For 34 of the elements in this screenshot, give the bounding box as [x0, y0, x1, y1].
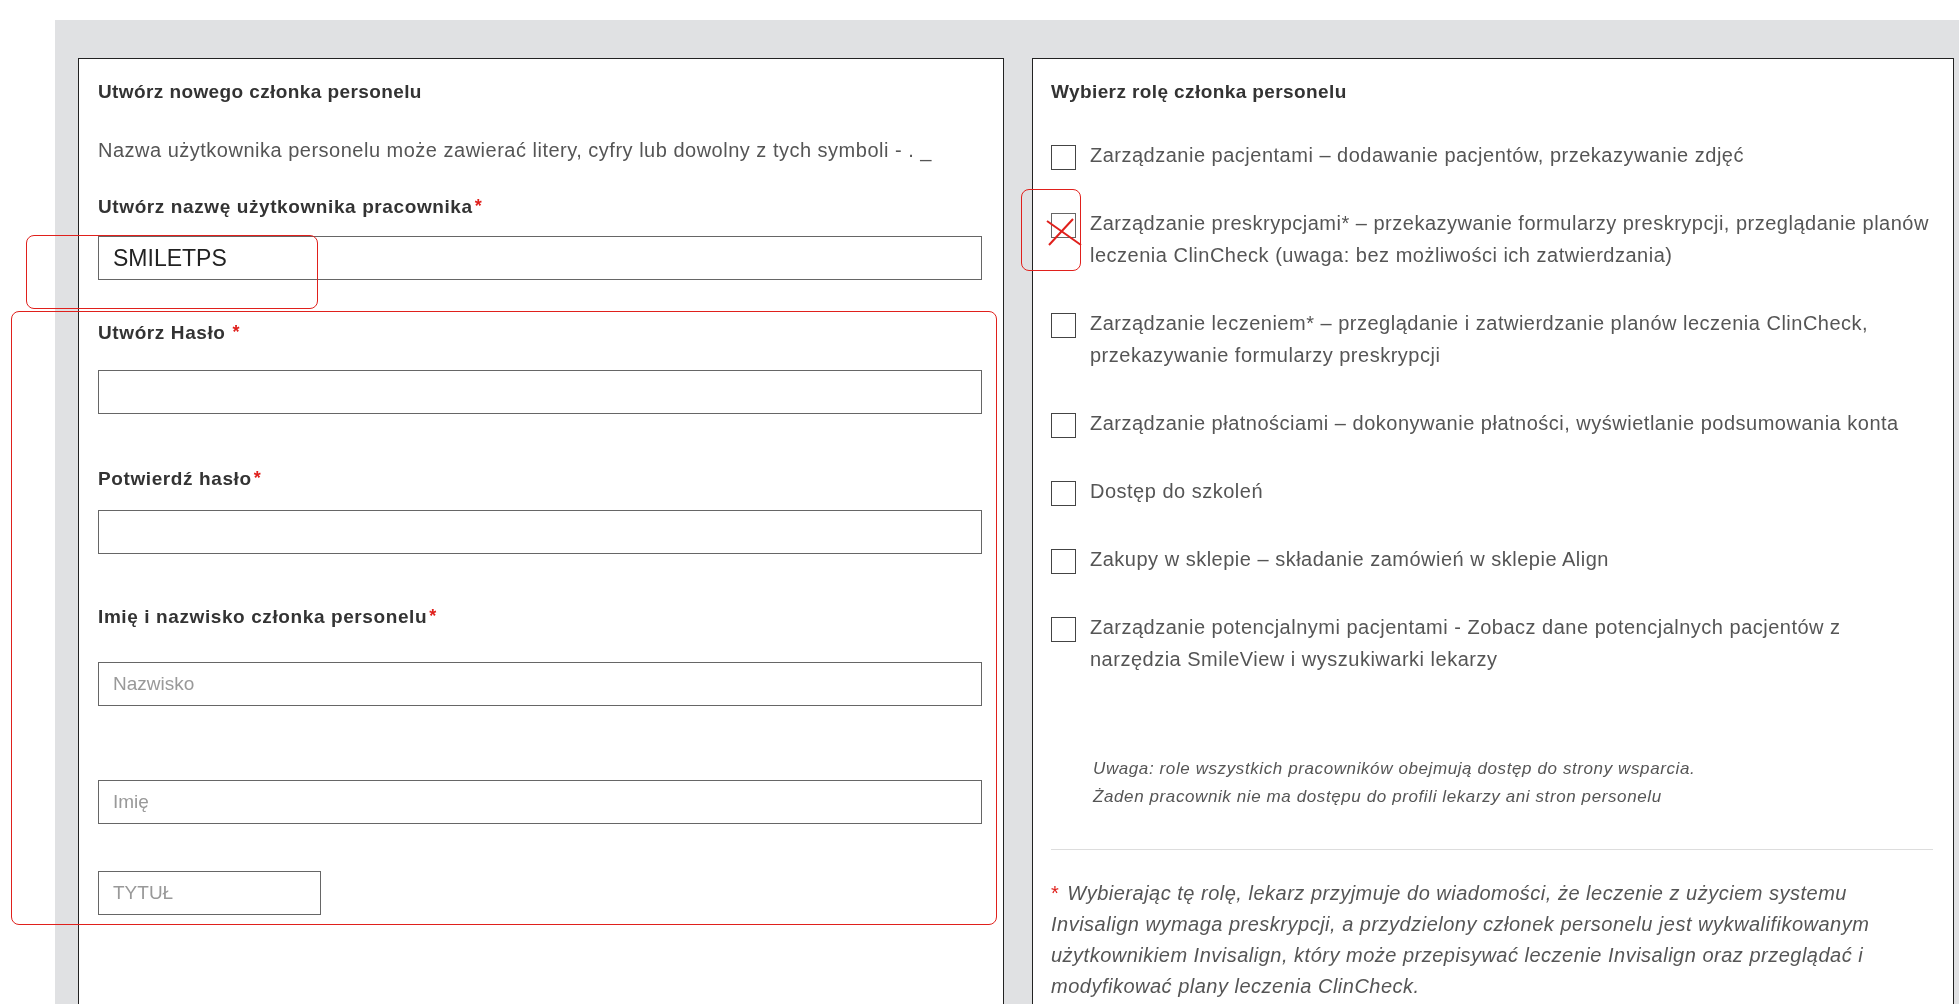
role-label: Zakupy w sklepie – składanie zamówień w sklepie Align — [1090, 547, 1609, 572]
role-label: Zarządzanie płatnościami – dokonywanie płatności, wyświetlanie podsumowania konta — [1090, 411, 1899, 436]
role-label: Dostęp do szkoleń — [1090, 479, 1264, 504]
section-title: Utwórz nowego członka personelu — [98, 81, 423, 103]
password-field[interactable] — [98, 510, 982, 554]
role-label: Zarządzanie leczeniem* – przeglądanie i zatwierdzanie planów leczenia ClinCheck, przekazywanie formularzy preskrypcji — [1090, 311, 1870, 368]
note-text: Uwaga: role wszystkich pracowników obejmują dostęp do strony wsparcia. — [1093, 758, 1697, 780]
checkbox[interactable] — [1051, 313, 1076, 338]
role-label: Zarządzanie pacjentami – dodawanie pacjentów, przekazywanie zdjęć — [1090, 143, 1744, 168]
hint-text: Nazwa użytkownika personelu może zawierać litery, cyfry lub dowolny z tych symboli - . _ — [98, 139, 933, 162]
password-field[interactable] — [98, 370, 982, 414]
required-mark: * — [253, 468, 261, 489]
required-mark: * — [429, 606, 437, 627]
field-label: Potwierdź hasło — [98, 468, 252, 490]
field-label: Utwórz Hasło — [98, 322, 226, 344]
input-field[interactable]: TYTUŁ — [98, 871, 321, 915]
checkbox[interactable] — [1051, 145, 1076, 170]
role-label: Zarządzanie preskrypcjami* – przekazywanie formularzy preskrypcji, przeglądanie planów leczenia ClinCheck (uwaga: bez możliwości ich zatwierdzania) — [1090, 211, 1930, 268]
required-mark: * — [232, 322, 240, 343]
checkbox[interactable] — [1051, 617, 1076, 642]
field-label: Utwórz nazwę użytkownika pracownika — [98, 196, 473, 218]
input-field[interactable]: Nazwisko — [98, 662, 982, 706]
checkbox[interactable] — [1051, 213, 1076, 238]
footnote-text: * Wybierając tę rolę, lekarz przyjmuje do wiadomości, że leczenie z użyciem systemu Invisalign wymaga preskrypcji, a przydzielony członek personelu jest wykwalifikowanym użytkownikiem Invisalign, który może przepisywać leczenie Invisalign oraz przeglądać i modyfikować plany leczenia ClinCheck. — [1051, 881, 1871, 999]
role-label: Zarządzanie potencjalnymi pacjentami - Zobacz dane potencjalnych pacjentów z narzędzia SmileView i wyszukiwarki lekarzy — [1090, 615, 1842, 672]
checkbox[interactable] — [1051, 481, 1076, 506]
checkbox[interactable] — [1051, 413, 1076, 438]
note-text: Żaden pracownik nie ma dostępu do profili lekarzy ani stron personelu — [1093, 786, 1663, 808]
input-field[interactable]: SMILETPS — [98, 236, 982, 280]
section-title: Wybierz rolę członka personelu — [1051, 81, 1348, 103]
required-mark: * — [474, 196, 482, 217]
field-label: Imię i nazwisko członka personelu — [98, 606, 428, 628]
input-field[interactable]: Imię — [98, 780, 982, 824]
checkbox[interactable] — [1051, 549, 1076, 574]
